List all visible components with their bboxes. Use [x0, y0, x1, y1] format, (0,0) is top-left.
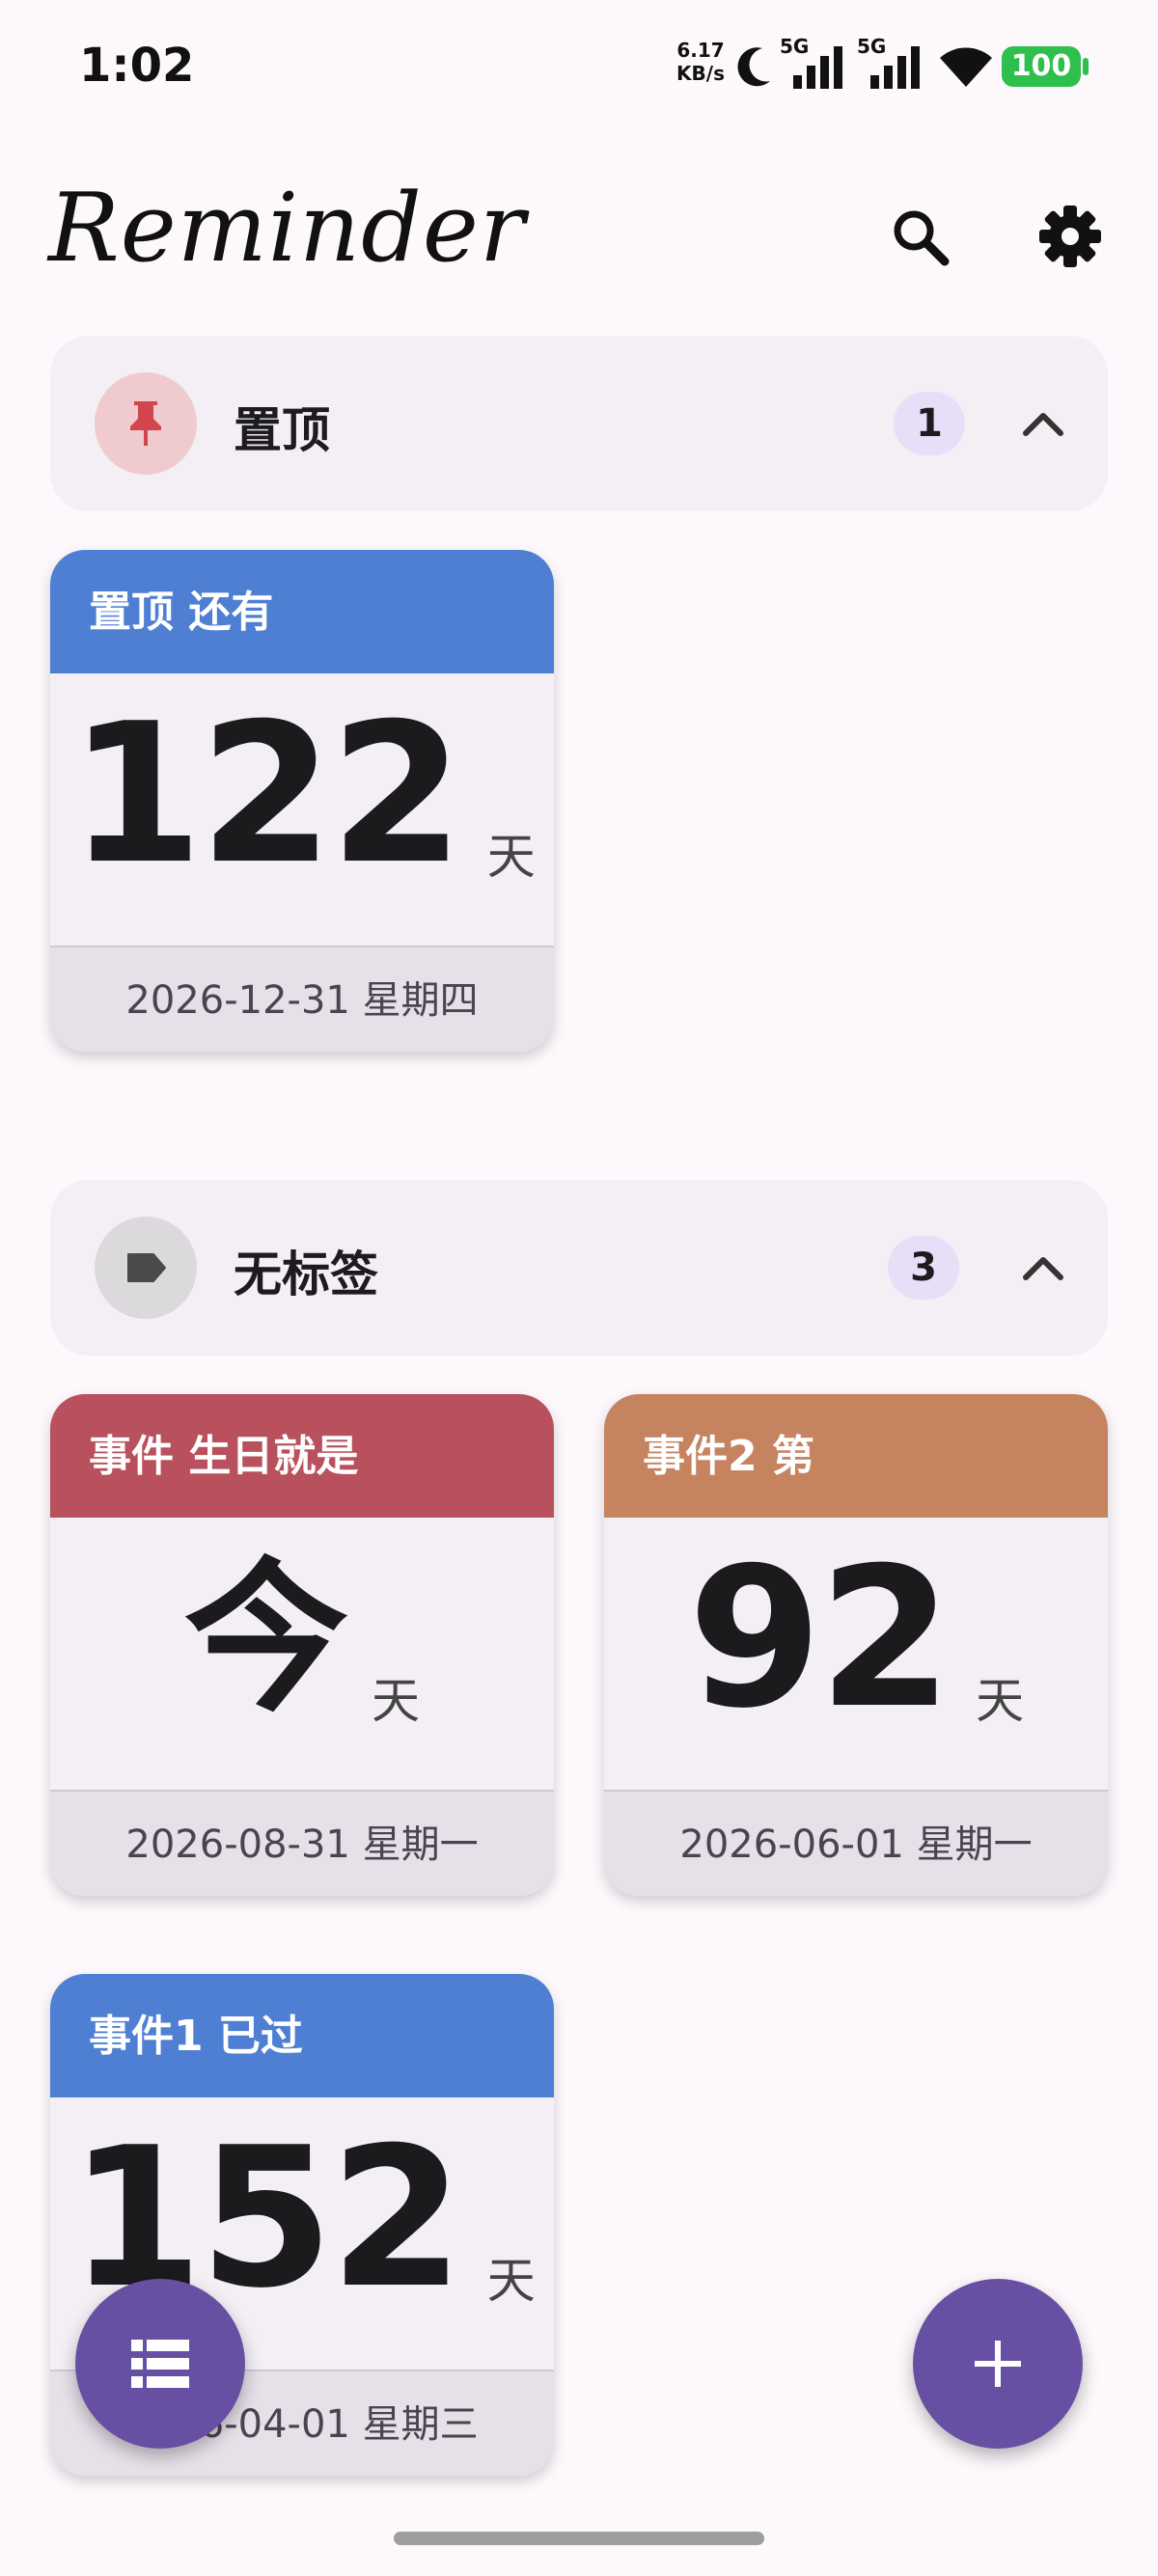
event-days-unit: 天 [486, 2253, 536, 2309]
section-pinned-label: 置顶 [234, 402, 330, 458]
event-days-count: 92 [687, 1526, 952, 1751]
event-days-count: 122 [69, 682, 463, 907]
event-card-body: 122 天 [50, 673, 554, 945]
event-date: 2026-08-31 星期一 [50, 1790, 554, 1896]
battery-nub [1083, 58, 1089, 75]
tag-badge [95, 1217, 197, 1319]
event-date: 2026-12-31 星期四 [50, 945, 554, 1052]
moon-icon [737, 47, 770, 87]
event-card[interactable]: 置顶 还有 122 天 2026-12-31 星期四 [50, 550, 554, 1052]
section-pinned-collapse-button[interactable] [1000, 380, 1087, 467]
event-card[interactable]: 事件 生日就是 今 天 2026-08-31 星期一 [50, 1394, 554, 1896]
settings-button[interactable] [1027, 193, 1114, 280]
section-untagged-count: 3 [888, 1236, 959, 1300]
app-title: Reminder [48, 174, 526, 284]
status-time: 1:02 [79, 39, 195, 93]
add-event-button[interactable] [913, 2279, 1083, 2449]
plus-icon [975, 2341, 1021, 2387]
event-card-body: 92 天 [604, 1518, 1108, 1790]
list-icon [131, 2340, 189, 2388]
event-card[interactable]: 事件2 第 92 天 2026-06-01 星期一 [604, 1394, 1108, 1896]
event-card-header: 事件1 已过 [50, 1974, 554, 2097]
chevron-up-icon [1023, 413, 1063, 436]
search-icon [894, 210, 950, 266]
pin-badge [95, 372, 197, 475]
section-untagged-label: 无标签 [234, 1247, 378, 1302]
home-indicator[interactable] [394, 2532, 764, 2545]
sim1-signal: 5G [778, 35, 851, 93]
section-untagged-collapse-button[interactable] [1000, 1224, 1087, 1311]
section-pinned-header[interactable]: 置顶 1 [50, 336, 1108, 511]
event-days-unit: 天 [486, 829, 536, 885]
chevron-up-icon [1023, 1257, 1063, 1280]
event-card-header: 事件2 第 [604, 1394, 1108, 1518]
event-days-unit: 天 [372, 1673, 420, 1729]
event-card-body: 今 天 [50, 1518, 554, 1790]
network-speed: 6.17 KB/s [672, 39, 730, 85]
event-days-count: 今 [183, 1544, 348, 1735]
section-untagged-header[interactable]: 无标签 3 [50, 1180, 1108, 1356]
event-date: 2026-06-01 星期一 [604, 1790, 1108, 1896]
pin-icon [130, 401, 161, 446]
search-button[interactable] [876, 193, 963, 280]
signal-icon [793, 46, 842, 89]
event-card-header: 置顶 还有 [50, 550, 554, 673]
wifi-icon [940, 47, 992, 87]
list-view-button[interactable] [75, 2279, 245, 2449]
network-speed-unit: KB/s [676, 62, 725, 85]
event-card-header: 事件 生日就是 [50, 1394, 554, 1518]
status-bar: 1:02 6.17 KB/s 5G 5G 100 [0, 0, 1158, 135]
tag-icon [127, 1253, 166, 1282]
sim2-signal: 5G [855, 35, 928, 93]
network-speed-value: 6.17 [676, 39, 725, 62]
gear-icon [1039, 206, 1101, 267]
battery-indicator: 100 [1002, 46, 1081, 87]
signal-icon [870, 46, 920, 89]
event-days-unit: 天 [976, 1673, 1025, 1729]
section-pinned-count: 1 [894, 392, 965, 455]
